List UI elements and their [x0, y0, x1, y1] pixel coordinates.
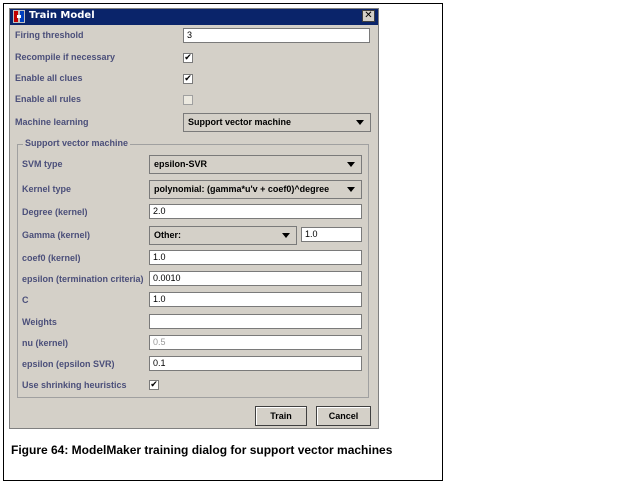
- recompile-checkbox[interactable]: ✔: [183, 53, 193, 63]
- degree-input[interactable]: 2.0: [149, 204, 362, 219]
- weights-input[interactable]: [149, 314, 362, 329]
- enable-rules-label: Enable all rules: [15, 94, 82, 104]
- close-button[interactable]: ✕: [362, 10, 375, 22]
- enable-rules-checkbox[interactable]: [183, 95, 193, 105]
- gamma-label: Gamma (kernel): [22, 230, 91, 240]
- shrinking-checkbox[interactable]: ✔: [149, 380, 159, 390]
- chevron-down-icon: [347, 187, 355, 192]
- weights-label: Weights: [22, 317, 57, 327]
- dialog-title: Train Model: [29, 10, 95, 21]
- svm-type-label: SVM type: [22, 159, 63, 169]
- machine-learning-value: Support vector machine: [188, 117, 292, 127]
- svm-type-select[interactable]: epsilon-SVR: [149, 155, 362, 174]
- close-icon: ✕: [364, 10, 373, 21]
- train-button[interactable]: Train: [255, 406, 307, 426]
- firing-threshold-label: Firing threshold: [15, 30, 84, 40]
- chevron-down-icon: [282, 233, 290, 238]
- coef0-input[interactable]: 1.0: [149, 250, 362, 265]
- epsilon-svr-input[interactable]: 0.1: [149, 356, 362, 371]
- kernel-type-select[interactable]: polynomial: (gamma*u'v + coef0)^degree: [149, 180, 362, 199]
- enable-clues-label: Enable all clues: [15, 73, 83, 83]
- nu-input[interactable]: 0.5: [149, 335, 362, 350]
- degree-label: Degree (kernel): [22, 207, 88, 217]
- epsilon-termination-label: epsilon (termination criteria): [22, 274, 144, 284]
- app-icon: [13, 10, 25, 23]
- svm-type-value: epsilon-SVR: [154, 159, 208, 169]
- epsilon-svr-label: epsilon (epsilon SVR): [22, 359, 115, 369]
- cancel-button[interactable]: Cancel: [316, 406, 371, 426]
- machine-learning-select[interactable]: Support vector machine: [183, 113, 371, 132]
- figure-caption: Figure 64: ModelMaker training dialog fo…: [11, 443, 393, 457]
- title-bar[interactable]: Train Model ✕: [10, 9, 378, 25]
- machine-learning-label: Machine learning: [15, 117, 89, 127]
- kernel-type-label: Kernel type: [22, 184, 72, 194]
- nu-label: nu (kernel): [22, 338, 69, 348]
- gamma-select-value: Other:: [154, 230, 181, 240]
- recompile-label: Recompile if necessary: [15, 52, 116, 62]
- chevron-down-icon: [356, 120, 364, 125]
- kernel-type-value: polynomial: (gamma*u'v + coef0)^degree: [154, 184, 330, 194]
- firing-threshold-input[interactable]: 3: [183, 28, 370, 43]
- chevron-down-icon: [347, 162, 355, 167]
- coef0-label: coef0 (kernel): [22, 253, 81, 263]
- gamma-input[interactable]: 1.0: [301, 227, 362, 242]
- epsilon-termination-input[interactable]: 0.0010: [149, 271, 362, 286]
- enable-clues-checkbox[interactable]: ✔: [183, 74, 193, 84]
- train-model-dialog: Train Model ✕ Firing threshold 3 Recompi…: [9, 8, 379, 429]
- gamma-select[interactable]: Other:: [149, 226, 297, 245]
- c-label: C: [22, 295, 29, 305]
- shrinking-label: Use shrinking heuristics: [22, 380, 127, 390]
- c-input[interactable]: 1.0: [149, 292, 362, 307]
- svm-group-title: Support vector machine: [23, 138, 131, 148]
